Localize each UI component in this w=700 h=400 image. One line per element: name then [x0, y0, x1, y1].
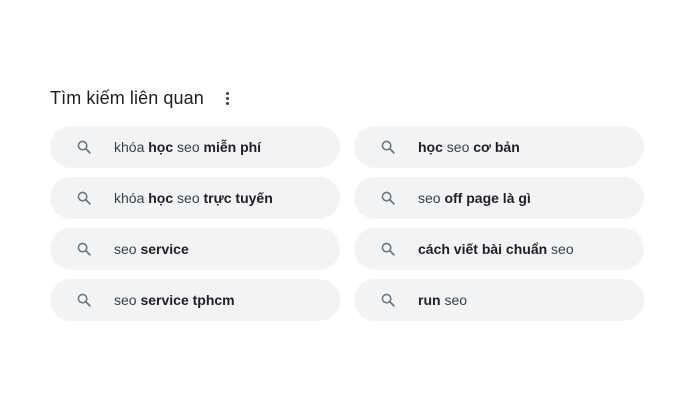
related-search-label: cách viết bài chuẩn seo	[418, 241, 574, 257]
related-search-chip[interactable]: run seo	[354, 279, 644, 321]
related-searches-panel: Tìm kiếm liên quan khóa học seo miễn phí…	[50, 84, 646, 321]
label-part: seo	[442, 139, 474, 155]
label-bold-part: học	[418, 139, 443, 155]
label-bold-part: service tphcm	[140, 292, 235, 308]
label-part: seo	[547, 241, 574, 257]
label-bold-part: học	[148, 190, 174, 206]
related-search-label: seo off page là gì	[418, 190, 531, 206]
related-search-chip[interactable]: seo service	[50, 228, 340, 270]
label-bold-part: cách viết bài chuẩn	[418, 241, 548, 257]
related-search-chip[interactable]: seo off page là gì	[354, 177, 644, 219]
label-part: khóa	[114, 139, 149, 155]
label-part: seo	[418, 190, 445, 206]
related-search-label: khóa học seo miễn phí	[114, 139, 261, 155]
related-search-label: khóa học seo trực tuyến	[114, 190, 273, 206]
search-icon	[380, 292, 396, 308]
label-part: khóa	[114, 190, 149, 206]
related-searches-grid: khóa học seo miễn phí học seo cơ bản khóa …	[50, 126, 646, 321]
label-bold-part: trực tuyến	[203, 190, 273, 206]
search-icon	[76, 292, 92, 308]
section-title: Tìm kiếm liên quan	[50, 87, 204, 108]
more-vert-icon[interactable]	[220, 88, 236, 108]
related-search-chip[interactable]: khóa học seo miễn phí	[50, 126, 340, 168]
label-part: seo	[173, 139, 204, 155]
related-search-label: seo service tphcm	[114, 292, 235, 308]
label-bold-part: off page là gì	[444, 190, 531, 206]
search-icon	[380, 190, 396, 206]
related-search-chip[interactable]: cách viết bài chuẩn seo	[354, 228, 644, 270]
label-bold-part: cơ bản	[473, 139, 520, 155]
related-search-chip[interactable]: khóa học seo trực tuyến	[50, 177, 340, 219]
related-search-label: seo service	[114, 241, 189, 257]
label-part: seo	[114, 241, 141, 257]
label-bold-part: run	[418, 292, 441, 308]
related-search-chip[interactable]: học seo cơ bản	[354, 126, 644, 168]
search-icon	[76, 139, 92, 155]
search-icon	[380, 139, 396, 155]
related-search-label: học seo cơ bản	[418, 139, 520, 155]
search-icon	[380, 241, 396, 257]
label-bold-part: miễn phí	[203, 139, 262, 155]
related-search-chip[interactable]: seo service tphcm	[50, 279, 340, 321]
related-search-label: run seo	[418, 292, 467, 308]
search-icon	[76, 241, 92, 257]
label-bold-part: service	[140, 241, 189, 257]
label-bold-part: học	[148, 139, 174, 155]
related-searches-header: Tìm kiếm liên quan	[50, 84, 646, 112]
label-part: seo	[173, 190, 204, 206]
label-part: seo	[440, 292, 468, 308]
label-part: seo	[114, 292, 141, 308]
search-icon	[76, 190, 92, 206]
